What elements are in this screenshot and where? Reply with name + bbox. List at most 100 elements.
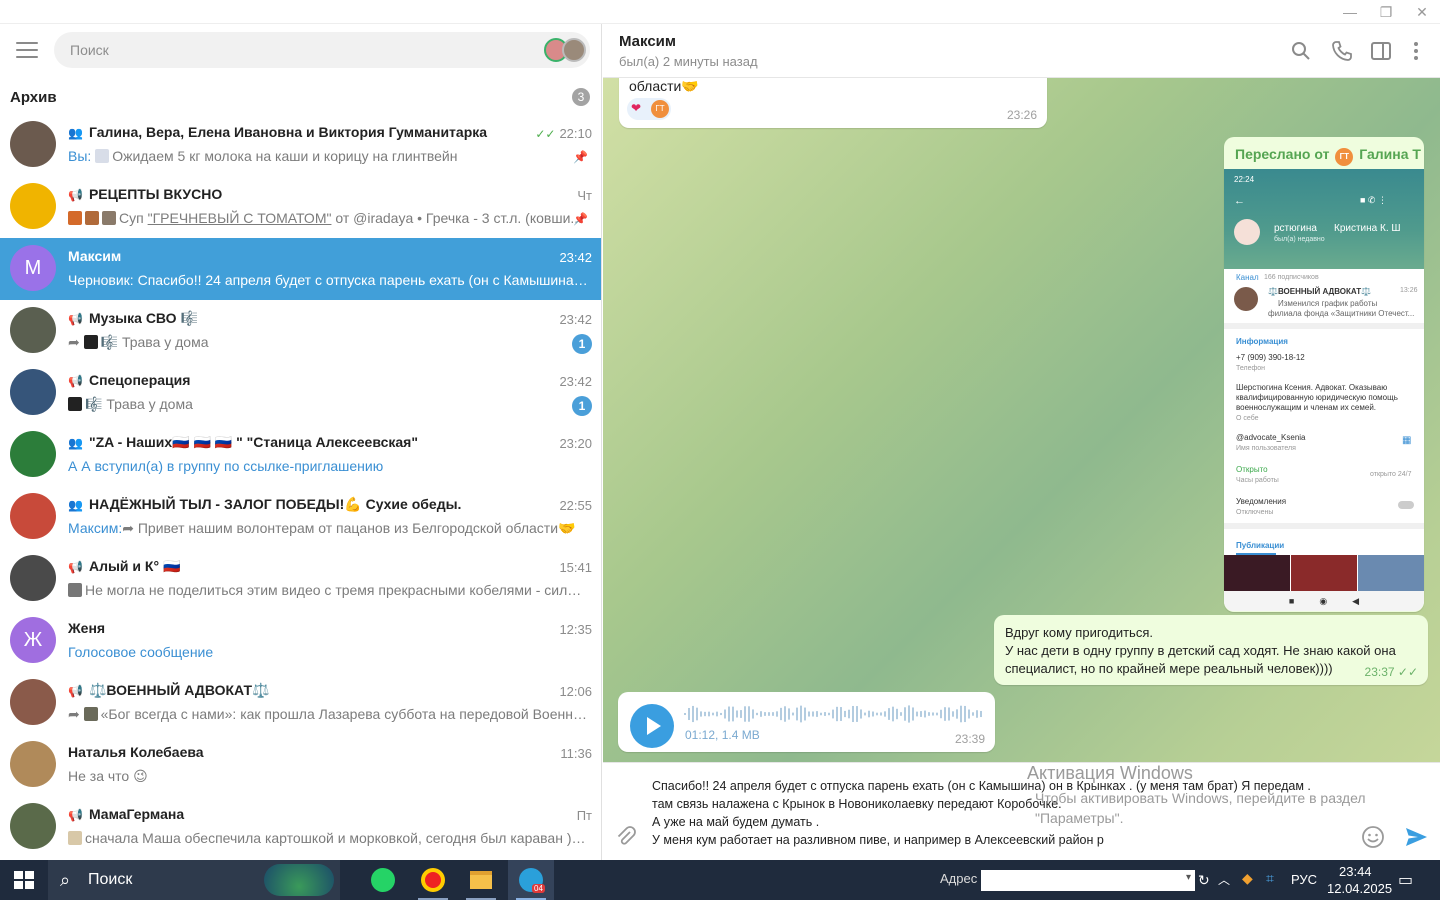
waveform-bar: [856, 706, 858, 722]
taskbar-search[interactable]: ⌕ Поиск: [48, 860, 340, 900]
search-input[interactable]: [54, 32, 514, 68]
chat-item[interactable]: 👥 Галина, Вера, Елена Ивановна и Виктория…: [0, 114, 601, 176]
phone-screenshot[interactable]: 22:24 ← ■ ✆ ⋮ рстюгина Кристина К. Ш был…: [1224, 169, 1424, 611]
chat-time: 22:10: [559, 126, 592, 141]
waveform-bar: [844, 710, 846, 718]
waveform-bar: [828, 712, 830, 716]
chat-name: Максим: [68, 248, 122, 264]
clock-date[interactable]: 12.04.2025: [1327, 881, 1392, 896]
chat-sender: Вы:: [68, 148, 92, 164]
shot-notifications: Уведомления: [1236, 497, 1287, 506]
story-avatar[interactable]: [562, 38, 586, 62]
news-widget-icon[interactable]: [264, 864, 334, 896]
chat-name: РЕЦЕПТЫ ВКУСНО: [88, 186, 223, 202]
shot-subs: 166 подписчиков: [1264, 274, 1319, 281]
chat-item[interactable]: 📢 РЕЦЕПТЫ ВКУСНО Чт Суп "ГРЕЧНЕВЫЙ С ТОМА…: [0, 176, 601, 238]
chat-area: Максим был(а) 2 минуты назад области🤝 ❤ …: [603, 24, 1440, 860]
close-button[interactable]: ✕: [1404, 2, 1440, 22]
waveform-bar: [716, 711, 718, 717]
tray-crop-icon[interactable]: ⌗: [1266, 870, 1274, 887]
message-text-3: специалист, но по крайней мере реальный …: [1005, 661, 1333, 676]
waveform-bar: [880, 712, 882, 716]
group-icon: 👥: [68, 126, 83, 140]
hamburger-menu-icon[interactable]: [16, 42, 38, 58]
waveform-bar: [852, 705, 854, 723]
chat-name: НАДЁЖНЫЙ ТЫЛ - ЗАЛОГ ПОБЕДЫ!💪 Сухие обед…: [88, 496, 462, 512]
shot-bio-3: военнослужащим и членам их семей.: [1236, 403, 1377, 412]
reactor-avatar: ГТ: [651, 100, 669, 118]
play-button[interactable]: [630, 704, 674, 748]
chat-item[interactable]: 📢 МамаГермана Пт сначала Маша обеспечила …: [0, 796, 601, 858]
windows-start-icon[interactable]: [14, 871, 34, 889]
voice-waveform[interactable]: [684, 704, 984, 724]
phone-icon[interactable]: [1330, 39, 1354, 63]
waveform-bar: [720, 712, 722, 716]
chat-item[interactable]: 👥 НАДЁЖНЫЙ ТЫЛ - ЗАЛОГ ПОБЕДЫ!💪 Сухие обе…: [0, 486, 601, 548]
whatsapp-icon[interactable]: [360, 860, 406, 900]
search-icon[interactable]: [1289, 39, 1313, 63]
chat-time: 23:20: [559, 436, 592, 451]
notifications-icon[interactable]: ▭: [1398, 870, 1413, 890]
chat-item[interactable]: Ж Женя 12:35 Голосовое сообщение: [0, 610, 601, 672]
emoji-icon[interactable]: [1360, 824, 1386, 850]
waveform-bar: [928, 712, 930, 716]
send-icon[interactable]: [1403, 824, 1429, 850]
forwarded-from[interactable]: Галина Т: [1359, 146, 1421, 162]
reaction-chip[interactable]: ❤ ГТ: [627, 98, 671, 120]
chat-header: Максим был(а) 2 минуты назад: [603, 24, 1440, 78]
waveform-bar: [940, 709, 942, 719]
more-options-icon[interactable]: [1404, 39, 1428, 63]
shot-notifications-state: Отключены: [1236, 509, 1274, 516]
chat-item[interactable]: 📢 Алый и К° 🇷🇺 15:41 Не могла не поделить…: [0, 548, 601, 610]
archive-folder[interactable]: Архив 3: [0, 80, 601, 114]
chat-item[interactable]: 👥 "ZA - Наших🇷🇺 🇷🇺 🇷🇺 " "Станица Алексеев…: [0, 424, 601, 486]
shot-open: Открыто: [1236, 465, 1268, 474]
notifications-toggle: [1398, 501, 1414, 509]
waveform-bar: [736, 710, 738, 718]
shot-hours: открыто 24/7: [1370, 471, 1412, 478]
waveform-bar: [700, 711, 702, 717]
chat-item[interactable]: Наталья Колебаева 11:36 Не за что 😉: [0, 734, 601, 796]
chat-time: Чт: [577, 188, 592, 203]
chat-item-active[interactable]: М Максим 23:42 Черновик: Спасибо!! 24 ап…: [0, 238, 601, 300]
minimize-button[interactable]: —: [1332, 2, 1368, 22]
paperclip-icon[interactable]: [614, 825, 638, 849]
voice-message[interactable]: 01:12, 1.4 MB 23:39: [618, 692, 995, 752]
pin-icon: 📌: [573, 150, 588, 164]
draft-line: Спасибо!! 24 апреля будет с отпуска паре…: [652, 779, 1311, 793]
shot-phone: +7 (909) 390-18-12: [1236, 353, 1305, 362]
heart-icon: ❤: [631, 101, 642, 115]
chat-title[interactable]: Максим: [619, 33, 676, 50]
chat-item[interactable]: 📢 ⚖️ВОЕННЫЙ АДВОКАТ⚖️ 12:06 ➦ «Бог всегда…: [0, 672, 601, 734]
chevron-down-icon[interactable]: ▾: [1186, 872, 1191, 883]
waveform-bar: [972, 712, 974, 716]
yandex-browser-icon[interactable]: [410, 860, 456, 900]
language-indicator[interactable]: РУС: [1291, 872, 1317, 887]
telegram-icon[interactable]: 04: [508, 860, 554, 900]
tray-app-icon[interactable]: ◆: [1242, 870, 1253, 887]
waveform-bar: [684, 713, 686, 715]
chat-item[interactable]: 📢 Спецоперация 23:42 🎼 Трава у дома 1: [0, 362, 601, 424]
waveform-bar: [976, 710, 978, 718]
chat-avatar: [10, 121, 56, 167]
message-time: 23:39: [954, 732, 985, 746]
address-toolbar-input[interactable]: ▾: [981, 870, 1195, 891]
file-explorer-icon[interactable]: [458, 860, 504, 900]
chat-last-message: 🎼 Трава у дома: [100, 334, 209, 350]
chat-item[interactable]: 📢 Музыка СВО 🎼 23:42 ➦ 🎼 Трава у дома 1: [0, 300, 601, 362]
waveform-bar: [724, 709, 726, 719]
sidebar-toggle-icon[interactable]: [1369, 39, 1393, 63]
message-bubble-out[interactable]: Вдруг кому пригодиться. У нас дети в одн…: [994, 615, 1428, 685]
shot-channel-time: 13:26: [1400, 287, 1418, 294]
pin-icon: 📌: [573, 212, 588, 226]
publication-thumb: [1358, 555, 1424, 591]
maximize-button[interactable]: ❐: [1368, 2, 1404, 22]
forwarded-label: Переслано от: [1235, 146, 1330, 162]
forwarded-message[interactable]: Переслано от ГТ Галина Т 22:24 ← ■ ✆ ⋮ р…: [1224, 137, 1424, 612]
message-input[interactable]: Спасибо!! 24 апреля будет с отпуска паре…: [652, 777, 1372, 849]
clock-time[interactable]: 23:44: [1339, 864, 1372, 879]
refresh-icon[interactable]: ↻: [1198, 872, 1210, 889]
tray-expand-icon[interactable]: ︿: [1218, 871, 1230, 888]
waveform-bar: [744, 706, 746, 722]
waveform-bar: [896, 708, 898, 720]
